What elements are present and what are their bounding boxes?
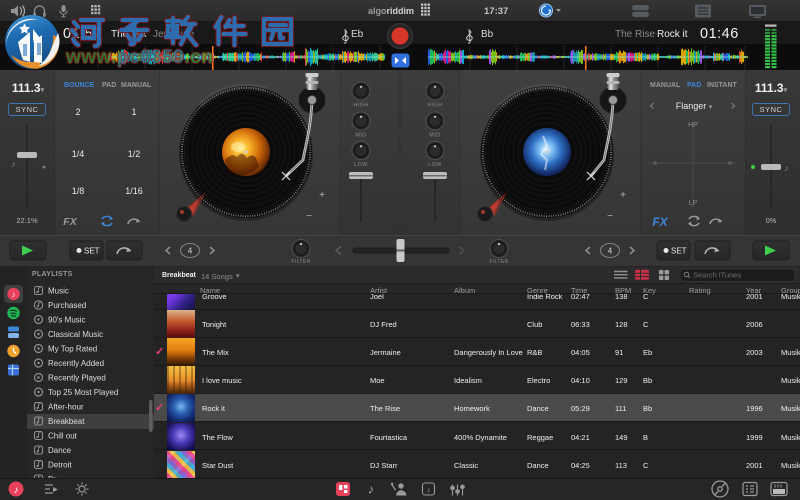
svg-text:90's Music: 90's Music xyxy=(48,316,86,325)
svg-text:FILTER: FILTER xyxy=(489,259,508,265)
svg-text:Breakbeat: Breakbeat xyxy=(48,417,85,426)
svg-text:SET: SET xyxy=(84,247,100,256)
svg-text:My Top Rated: My Top Rated xyxy=(48,345,97,354)
svg-text:HIGH: HIGH xyxy=(353,103,368,109)
svg-text:♪: ♪ xyxy=(12,290,16,299)
svg-text:MID: MID xyxy=(429,133,440,139)
svg-text:Recently Played: Recently Played xyxy=(48,374,106,383)
svg-text:Top 25 Most Played: Top 25 Most Played xyxy=(48,388,118,397)
svg-text:LOW: LOW xyxy=(428,162,442,168)
svg-text:SET: SET xyxy=(671,247,687,256)
svg-text:Classical Music: Classical Music xyxy=(48,330,103,339)
svg-text:Music: Music xyxy=(48,287,69,296)
svg-text:Detroit: Detroit xyxy=(48,461,72,470)
svg-text:♪: ♪ xyxy=(427,486,431,495)
svg-text:Search iTunes: Search iTunes xyxy=(693,271,741,280)
svg-text:4: 4 xyxy=(608,247,613,256)
svg-text:FILTER: FILTER xyxy=(291,259,310,265)
svg-text:HIGH: HIGH xyxy=(427,103,442,109)
svg-text:Purchased: Purchased xyxy=(48,301,86,310)
svg-text:Chill out: Chill out xyxy=(48,432,78,441)
svg-text:♪: ♪ xyxy=(368,482,375,497)
svg-text:♪: ♪ xyxy=(14,485,19,496)
svg-text:After-hour: After-hour xyxy=(48,403,84,412)
svg-text:LOW: LOW xyxy=(354,162,368,168)
svg-text:Dance: Dance xyxy=(48,446,72,455)
svg-text:Recently Added: Recently Added xyxy=(48,359,104,368)
svg-text:4: 4 xyxy=(188,247,193,256)
svg-text:MID: MID xyxy=(355,133,366,139)
